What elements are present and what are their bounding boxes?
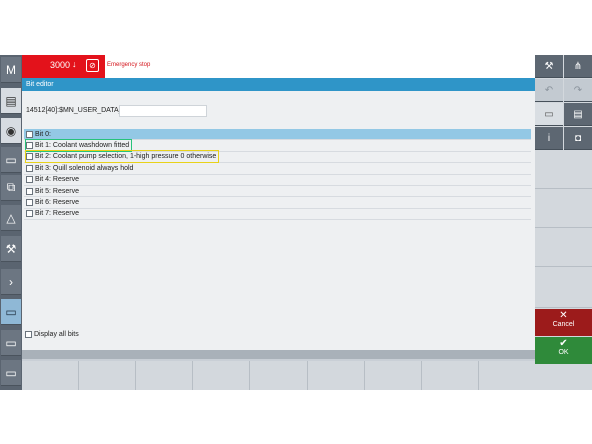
softkey-horizontal-5[interactable]	[250, 361, 308, 390]
alarm-indicator[interactable]: 3000 ↓ ⊘	[22, 55, 105, 78]
expand-icon[interactable]: ›	[1, 269, 21, 295]
setup-icon[interactable]: ⚒	[1, 236, 21, 262]
checkbox[interactable]	[26, 210, 33, 218]
checkbox[interactable]	[26, 142, 33, 150]
checkbox[interactable]	[26, 153, 33, 161]
bit-label: Bit 1: Coolant washdown fitted	[35, 142, 130, 150]
softkey-vertical-3[interactable]	[535, 229, 592, 267]
softkey-vertical-1[interactable]	[535, 151, 592, 189]
diagnostics-icon[interactable]: ⧉	[1, 175, 21, 201]
checkbox[interactable]	[26, 199, 33, 207]
checkbox[interactable]	[26, 176, 33, 184]
bit-editor-panel: 14512[40]:$MN_USER_DATA_HEX = 0H Bit 0: …	[22, 91, 535, 359]
bit-label: Bit 2: Coolant pump selection, 1-high pr…	[35, 153, 217, 161]
bit-row-5[interactable]: Bit 5: Reserve	[24, 186, 531, 198]
display-icon[interactable]: ▭	[535, 103, 563, 126]
bit-label: Bit 3: Quill solenoid always hold	[35, 164, 134, 172]
bit-list: Bit 0: Bit 1: Coolant washdown fitted Bi…	[24, 129, 531, 221]
bit-label: Bit 7: Reserve	[35, 210, 79, 218]
ok-label: OK	[558, 349, 569, 356]
softkey-horizontal-1[interactable]	[22, 361, 80, 390]
softkey-vertical-2[interactable]	[535, 190, 592, 228]
left-toolbar: M ▤ ◉ ▭ ⧉ △ ⚒ › ▭ ▭ ▭	[0, 55, 22, 390]
bit-row-1[interactable]: Bit 1: Coolant washdown fitted	[24, 139, 531, 153]
bit-row-6[interactable]: Bit 6: Reserve	[24, 197, 531, 209]
offset-icon[interactable]: ◉	[1, 118, 21, 144]
bit-label: Bit 0:	[35, 130, 51, 138]
document-icon[interactable]: ▤	[564, 103, 592, 126]
cancel-label: Cancel	[552, 321, 575, 328]
arrow-down-icon: ↓	[72, 59, 77, 69]
bit-row-2[interactable]: Bit 2: Coolant pump selection, 1-high pr…	[24, 150, 531, 164]
acknowledge-icon[interactable]: ⊘	[86, 59, 99, 72]
softkey-vertical-4[interactable]	[535, 268, 592, 308]
display-all-bits[interactable]: Display all bits	[25, 331, 79, 338]
softkey-horizontal-2[interactable]	[79, 361, 137, 390]
machine-icon[interactable]: M	[1, 57, 21, 83]
checkbox[interactable]	[25, 331, 32, 338]
bottom-softkey-bar	[22, 361, 535, 390]
checkbox[interactable]	[26, 164, 33, 172]
checkbox[interactable]	[26, 130, 33, 138]
window-icon[interactable]: ▭	[1, 330, 21, 356]
bit-row-4[interactable]: Bit 4: Reserve	[24, 175, 531, 186]
bit-label: Bit 6: Reserve	[35, 199, 79, 207]
highlight-box: Bit 1: Coolant washdown fitted	[24, 139, 133, 153]
redo-icon[interactable]: ↷	[564, 79, 592, 102]
window-icon[interactable]: ▭	[1, 299, 21, 325]
camera-icon[interactable]: ◘	[564, 127, 592, 150]
softkey-horizontal-8[interactable]	[422, 361, 479, 390]
softkey-horizontal-6[interactable]	[308, 361, 365, 390]
highlight-box: Bit 2: Coolant pump selection, 1-high pr…	[24, 150, 220, 164]
window-icon[interactable]: ▭	[1, 360, 21, 386]
window-title: Bit editor	[22, 78, 535, 91]
parameter-value-field[interactable]	[119, 105, 207, 117]
right-softkey-bar: ⚒ ⋔ ↶ ↷ ▭ ▤ i ◘ ✕ Cancel ✔ OK	[535, 55, 592, 390]
ok-button[interactable]: ✔ OK	[535, 337, 592, 364]
bit-label: Bit 5: Reserve	[35, 187, 79, 195]
panel-footer	[22, 350, 535, 359]
program-manager-icon[interactable]: ▭	[1, 147, 21, 173]
bit-label: Bit 4: Reserve	[35, 176, 79, 184]
bit-row-3[interactable]: Bit 3: Quill solenoid always hold	[24, 163, 531, 175]
cancel-button[interactable]: ✕ Cancel	[535, 309, 592, 336]
tree-icon[interactable]: ⋔	[564, 55, 592, 78]
softkey-horizontal-7[interactable]	[365, 361, 422, 390]
bit-row-0[interactable]: Bit 0:	[24, 129, 531, 141]
program-icon[interactable]: ▤	[1, 88, 21, 114]
info-icon[interactable]: i	[535, 127, 563, 150]
status-bar: 3000 ↓ ⊘ Emergency stop	[22, 55, 535, 78]
hmi-screen: M ▤ ◉ ▭ ⧉ △ ⚒ › ▭ ▭ ▭ 3000 ↓ ⊘ Emergency…	[0, 55, 592, 390]
alarm-text: Emergency stop	[107, 62, 151, 68]
check-icon: ✔	[559, 338, 568, 349]
softkey-horizontal-9[interactable]	[479, 361, 535, 390]
display-all-label: Display all bits	[34, 331, 79, 338]
softkey-horizontal-4[interactable]	[193, 361, 251, 390]
alarm-number: 3000	[50, 60, 71, 70]
close-icon: ✕	[559, 310, 568, 321]
wrench-icon[interactable]: ⚒	[535, 55, 563, 78]
softkey-horizontal-3[interactable]	[136, 361, 194, 390]
bit-row-7[interactable]: Bit 7: Reserve	[24, 209, 531, 221]
alarm-icon[interactable]: △	[1, 205, 21, 231]
undo-icon[interactable]: ↶	[535, 79, 563, 102]
checkbox[interactable]	[26, 187, 33, 195]
